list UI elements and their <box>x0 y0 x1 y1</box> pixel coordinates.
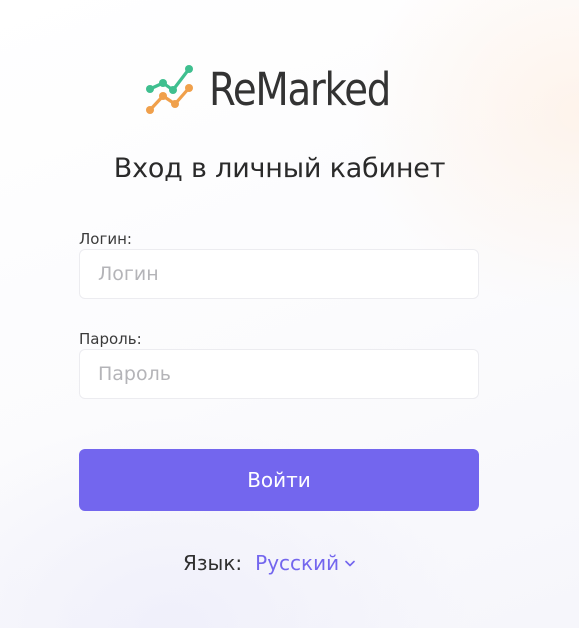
language-label: Язык: <box>183 551 243 575</box>
chevron-down-icon <box>345 560 355 566</box>
language-selector-row: Язык: Русский <box>183 549 355 577</box>
login-input[interactable] <box>79 249 479 299</box>
password-input[interactable] <box>79 349 479 399</box>
login-button[interactable]: Войти <box>79 449 479 511</box>
language-selected-value: Русский <box>255 551 340 575</box>
line-chart-logo-icon <box>146 65 193 114</box>
language-dropdown[interactable]: Русский <box>255 551 355 575</box>
brand-name: ReMarked <box>209 63 391 116</box>
page-title: Вход в личный кабинет <box>113 153 446 184</box>
login-label: Логин: <box>79 230 132 248</box>
password-label: Пароль: <box>79 330 142 348</box>
brand-logo: ReMarked <box>145 62 420 118</box>
